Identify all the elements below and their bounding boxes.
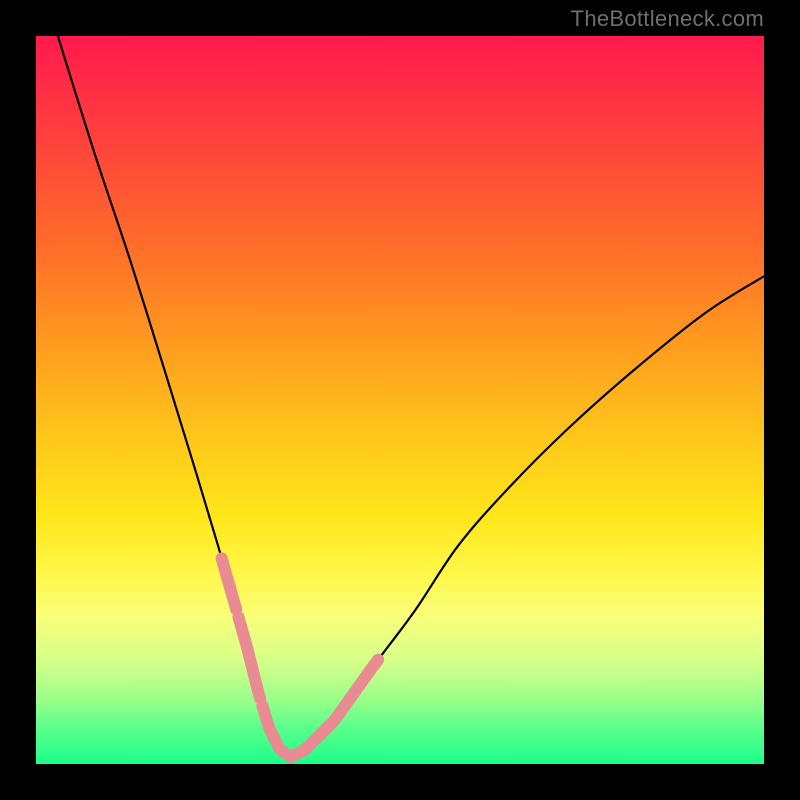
highlight-segment-3 bbox=[284, 746, 309, 757]
highlight-segment-1 bbox=[238, 617, 260, 699]
highlight-segment-5 bbox=[344, 690, 356, 707]
highlight-group bbox=[222, 558, 379, 756]
highlight-segment-2 bbox=[262, 706, 282, 751]
highlight-segment-7 bbox=[369, 660, 378, 672]
curve-svg bbox=[36, 36, 764, 764]
bottleneck-curve bbox=[58, 36, 764, 757]
watermark-text: TheBottleneck.com bbox=[571, 6, 764, 32]
highlight-segment-0 bbox=[222, 558, 237, 609]
plot-area bbox=[36, 36, 764, 764]
chart-frame: TheBottleneck.com bbox=[0, 0, 800, 800]
highlight-segment-4 bbox=[311, 710, 342, 743]
